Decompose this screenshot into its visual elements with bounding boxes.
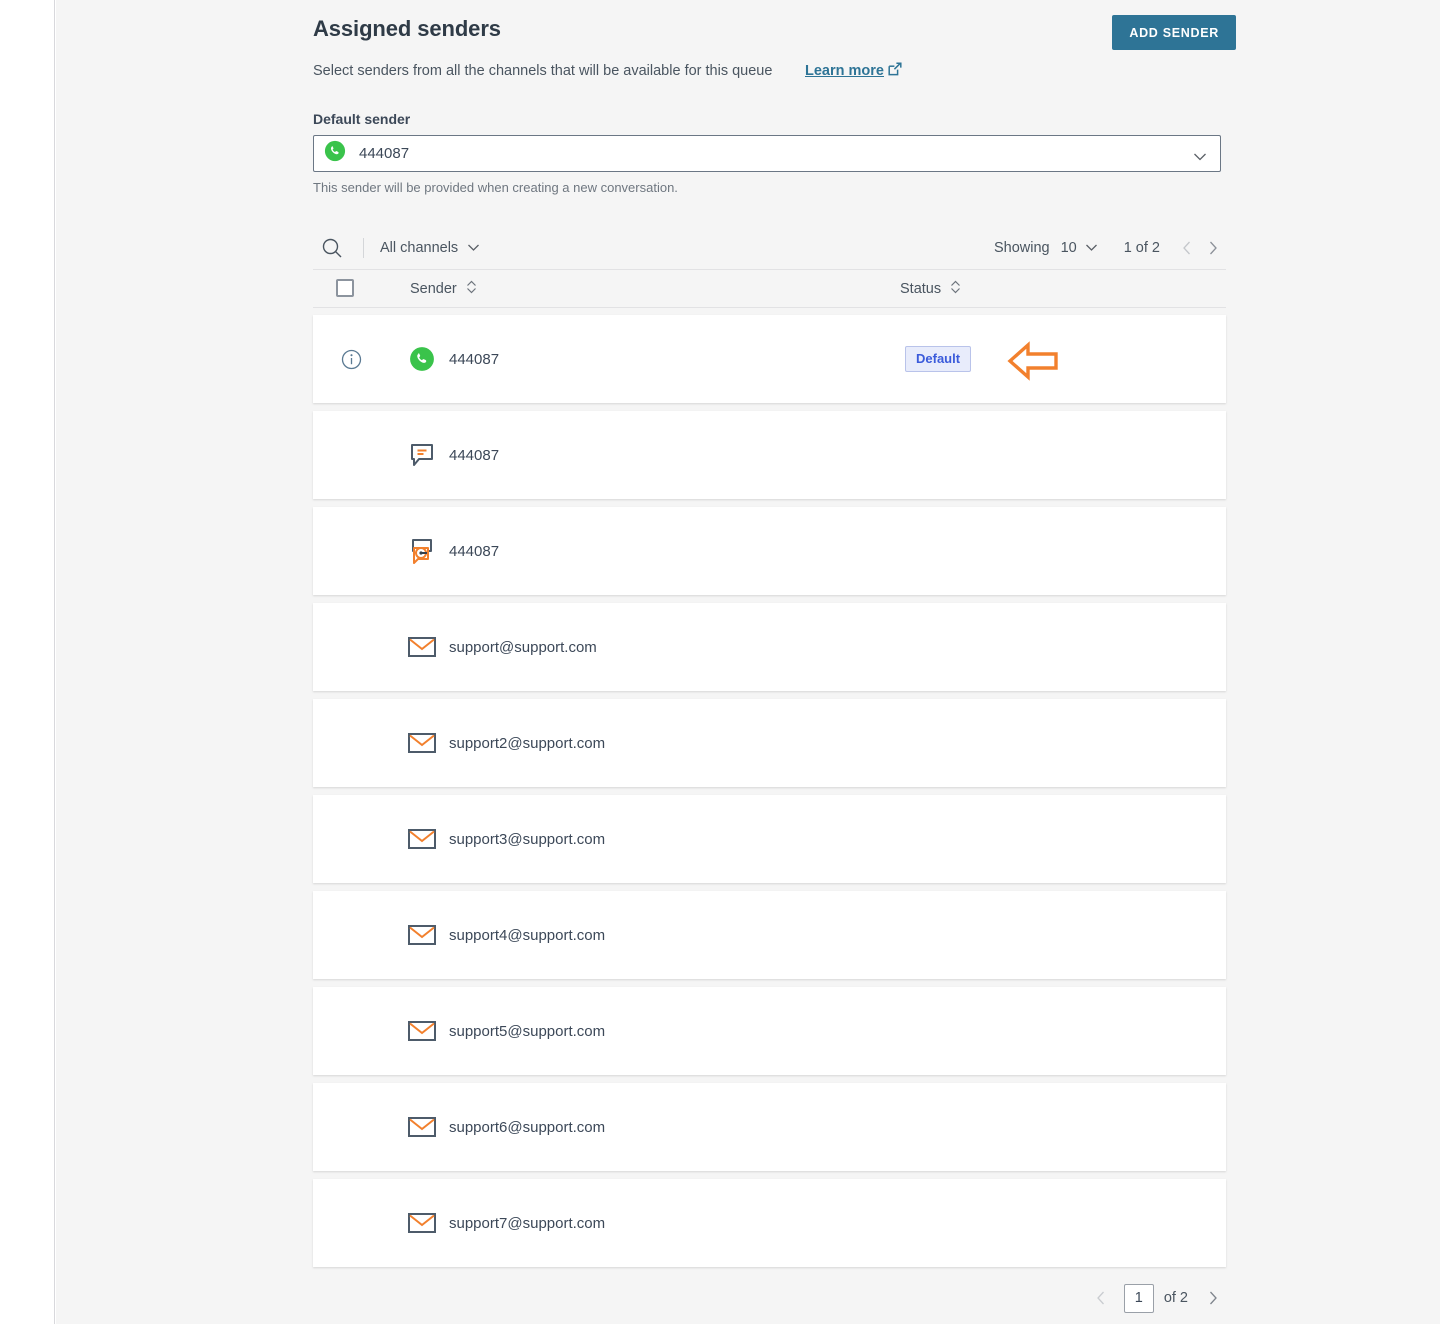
table-row[interactable]: support4@support.com xyxy=(313,891,1226,979)
chevron-right-icon[interactable] xyxy=(1200,1285,1226,1311)
chevron-left-icon[interactable] xyxy=(1174,235,1200,261)
sender-name: support@support.com xyxy=(449,638,597,656)
table-row[interactable]: support2@support.com xyxy=(313,699,1226,787)
chevron-down-icon xyxy=(467,240,480,256)
info-icon[interactable] xyxy=(341,349,362,370)
default-sender-help: This sender will be provided when creati… xyxy=(313,180,678,195)
table-row[interactable]: 444087 Default xyxy=(313,315,1226,403)
page-title: Assigned senders xyxy=(313,16,501,41)
page-number-input[interactable] xyxy=(1123,1283,1154,1313)
showing-label: Showing xyxy=(993,240,1050,256)
table-row[interactable]: support3@support.com xyxy=(313,795,1226,883)
sort-arrows-icon xyxy=(950,279,961,299)
sender-name: support7@support.com xyxy=(449,1214,606,1232)
chevron-right-icon[interactable] xyxy=(1200,235,1226,261)
toolbar-pagination: Showing 10 1 of 2 xyxy=(994,226,1226,270)
table-header: Sender Status xyxy=(313,270,1226,308)
sms-chat-icon xyxy=(405,438,439,472)
sender-name: support4@support.com xyxy=(449,926,606,944)
table-row[interactable]: support5@support.com xyxy=(313,987,1226,1075)
table-row[interactable]: 444087 xyxy=(313,411,1226,499)
table-row[interactable]: support7@support.com xyxy=(313,1179,1226,1267)
channel-filter-label: All channels xyxy=(380,239,459,256)
table-row[interactable]: support6@support.com xyxy=(313,1083,1226,1171)
email-icon xyxy=(405,630,439,664)
sender-name: support3@support.com xyxy=(449,830,606,848)
column-header-sender-label: Sender xyxy=(410,281,457,297)
left-rail xyxy=(0,0,55,1324)
page-size-value[interactable]: 10 xyxy=(1061,240,1077,256)
select-all-checkbox[interactable] xyxy=(336,279,354,297)
toolbar-divider xyxy=(363,237,364,258)
sort-arrows-icon xyxy=(466,279,477,299)
column-header-sender[interactable]: Sender xyxy=(410,279,477,299)
subtitle-row: Select senders from all the channels tha… xyxy=(313,61,1226,93)
table-toolbar: All channels Showing 10 1 of 2 xyxy=(313,226,1226,270)
chevron-left-icon[interactable] xyxy=(1088,1285,1114,1311)
table-footer-pagination: of 2 xyxy=(313,1275,1226,1321)
learn-more-link[interactable]: Learn more xyxy=(805,63,884,79)
sender-name: 444087 xyxy=(449,446,500,464)
status-badge: Default xyxy=(905,346,972,372)
page-background: Assigned senders ADD SENDER Select sende… xyxy=(56,0,1440,1324)
sender-name: support5@support.com xyxy=(449,1022,606,1040)
left-arrow-annotation xyxy=(1007,341,1059,381)
chevron-down-icon[interactable] xyxy=(1085,240,1098,256)
sender-name: support2@support.com xyxy=(449,734,606,752)
column-header-status-label: Status xyxy=(900,281,942,297)
whatsapp-business-icon xyxy=(405,534,439,568)
external-link-icon[interactable] xyxy=(887,61,903,77)
column-header-status[interactable]: Status xyxy=(900,279,961,299)
email-icon xyxy=(405,1014,439,1048)
channel-filter-dropdown[interactable]: All channels xyxy=(380,240,480,256)
email-icon xyxy=(405,726,439,760)
default-sender-select[interactable]: 444087 xyxy=(313,135,1221,172)
page-indicator: 1 of 2 xyxy=(1123,240,1160,256)
table-row[interactable]: 444087 xyxy=(313,507,1226,595)
email-icon xyxy=(405,822,439,856)
sender-name: 444087 xyxy=(449,542,500,560)
add-sender-button[interactable]: ADD SENDER xyxy=(1112,15,1236,50)
sender-name: support6@support.com xyxy=(449,1118,606,1136)
whatsapp-icon xyxy=(405,342,439,376)
assigned-senders-panel: Assigned senders ADD SENDER Select sende… xyxy=(313,0,1236,1321)
page-total-label: of 2 xyxy=(1163,1290,1188,1306)
panel-description: Select senders from all the channels tha… xyxy=(313,63,773,79)
chevron-down-icon[interactable] xyxy=(1193,149,1207,167)
email-icon xyxy=(405,1206,439,1240)
sender-list: 444087 Default 444087 444087 support@support… xyxy=(313,315,1226,1267)
whatsapp-icon xyxy=(324,140,346,167)
table-row[interactable]: support@support.com xyxy=(313,603,1226,691)
header: Assigned senders ADD SENDER xyxy=(313,0,1236,60)
email-icon xyxy=(405,918,439,952)
email-icon xyxy=(405,1110,439,1144)
search-icon[interactable] xyxy=(315,231,349,265)
default-sender-value: 444087 xyxy=(359,145,410,162)
default-sender-label: Default sender xyxy=(313,111,411,127)
sender-name: 444087 xyxy=(449,350,500,368)
